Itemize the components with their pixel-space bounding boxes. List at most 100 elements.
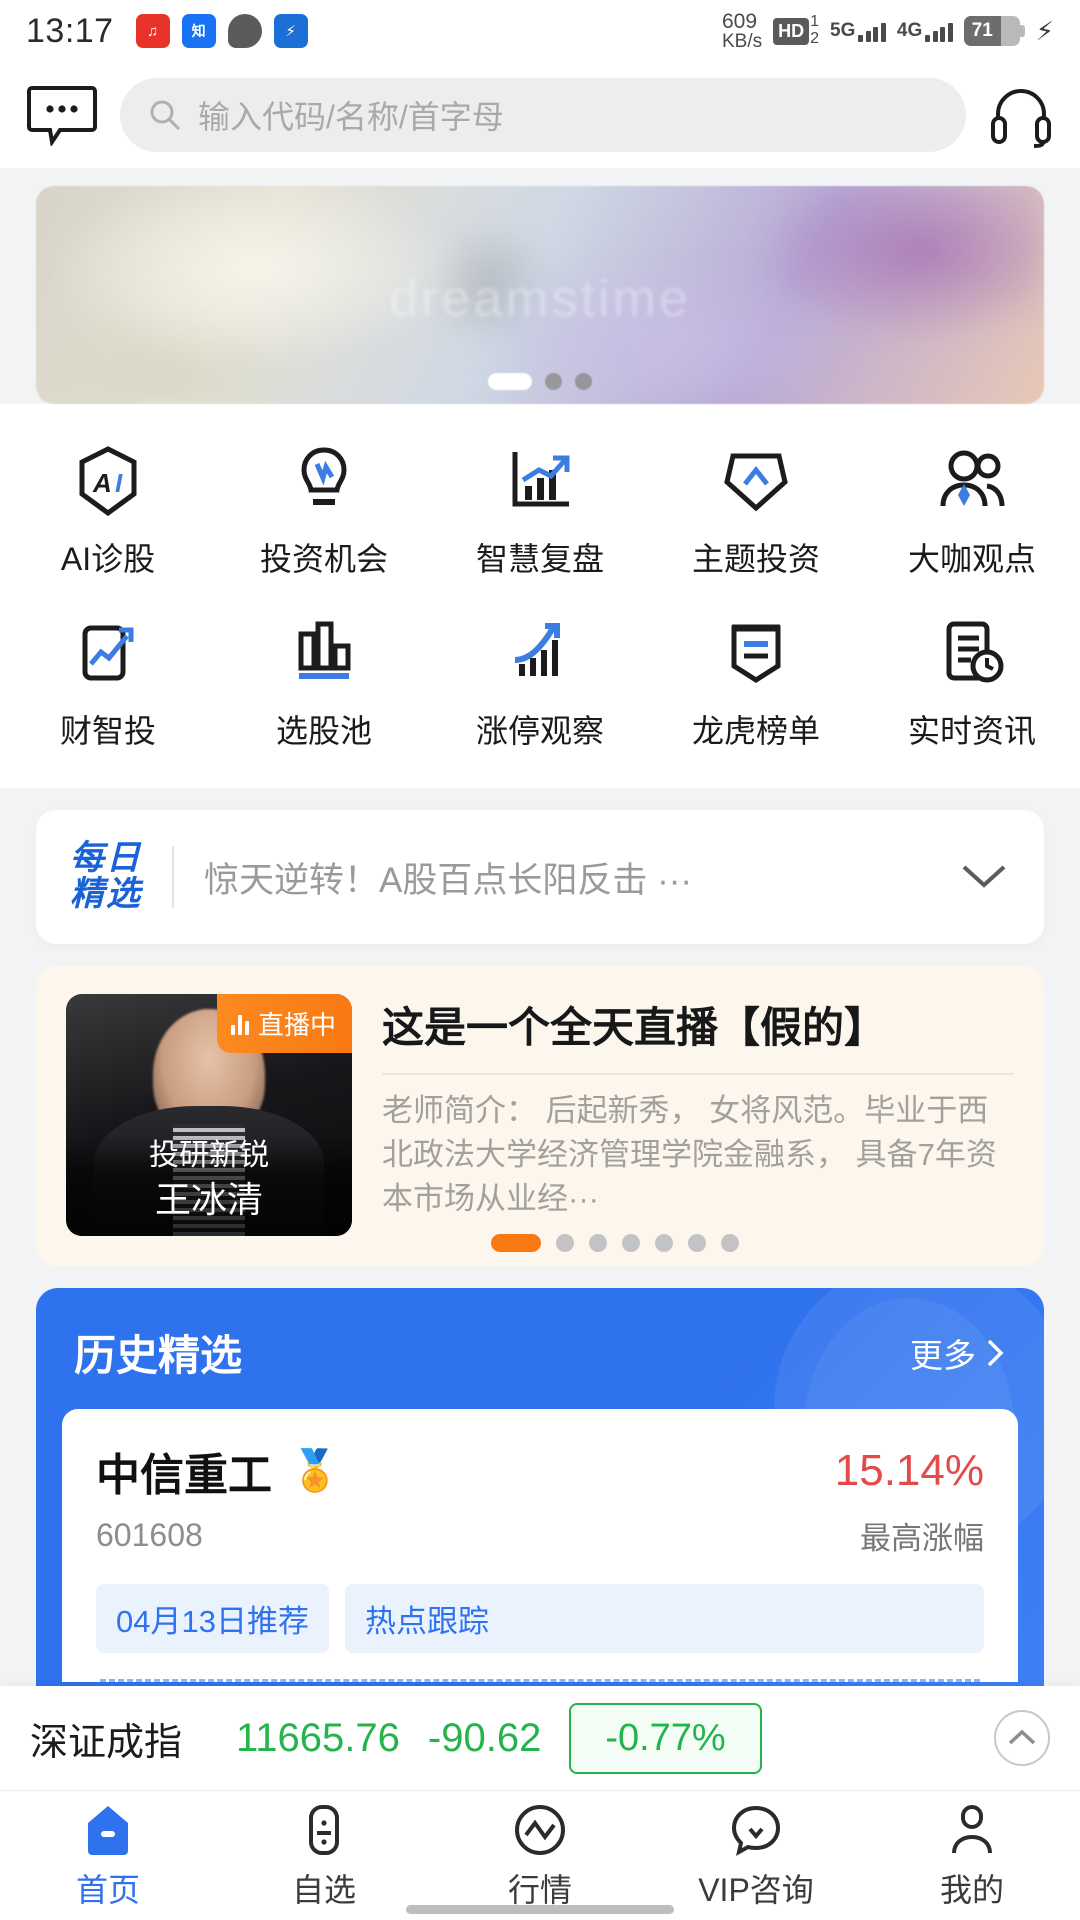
daily-pick-logo: 每日 精选 — [70, 841, 142, 912]
history-stock-card[interactable]: 中信重工 🏅 15.14% 601608 最高涨幅 04月13日推荐 热点跟踪 — [62, 1409, 1018, 1682]
stock-secondary-row: 601608 最高涨幅 — [96, 1513, 984, 1558]
live-info: 这是一个全天直播【假的】 老师简介： 后起新秀， 女将风范。毕业于西北政法大学经… — [382, 994, 1014, 1244]
ribbon-list-icon — [719, 616, 793, 690]
lightbulb-icon — [287, 444, 361, 518]
index-ticker-bar[interactable]: 深证成指 11665.76 -90.62 -0.77% — [0, 1686, 1080, 1790]
banner-dot[interactable] — [575, 373, 592, 390]
live-dot[interactable] — [589, 1234, 607, 1252]
sim2-signal-icon: 4G — [897, 20, 953, 42]
network-speed-unit: KB/s — [721, 31, 763, 52]
banner-image[interactable]: dreamstime — [36, 186, 1044, 404]
quick-actions-grid: AI AI诊股 投资机会 智慧复盘 主题投资 大咖观点 财智投 选股池 涨停观察… — [0, 404, 1080, 788]
live-dot[interactable] — [688, 1234, 706, 1252]
index-price: 11665.76 — [236, 1715, 400, 1760]
people-icon — [935, 444, 1009, 518]
ai-hexagon-icon: AI — [71, 444, 145, 518]
quick-action-limit-up-watch[interactable]: 涨停观察 — [432, 602, 648, 774]
stock-tag-date[interactable]: 04月13日推荐 — [96, 1584, 329, 1653]
quick-action-label: 涨停观察 — [475, 713, 604, 749]
live-thumbnail[interactable]: 直播中 投研新锐 王冰清 — [66, 994, 352, 1236]
quick-action-ai-diagnosis[interactable]: AI AI诊股 — [0, 430, 216, 602]
status-indicators: 609 KB/s HD 1 2 5G 4G 71 ⚡ — [722, 11, 1054, 51]
battery-level: 71 — [971, 20, 993, 41]
tab-label: 我的 — [939, 1872, 1004, 1908]
stock-change-label: 最高涨幅 — [860, 1521, 984, 1556]
live-dot[interactable] — [721, 1234, 739, 1252]
search-input[interactable]: 输入代码/名称/首字母 — [120, 78, 966, 152]
quick-action-expert-views[interactable]: 大咖观点 — [864, 430, 1080, 602]
quick-action-smart-review[interactable]: 智慧复盘 — [432, 430, 648, 602]
stock-name: 中信重工 — [96, 1451, 272, 1500]
message-bubble-icon[interactable] — [26, 84, 98, 146]
index-values: 11665.76 -90.62 -0.77% — [236, 1702, 762, 1774]
tab-label: 自选 — [291, 1872, 356, 1908]
news-clock-icon — [935, 616, 1009, 690]
tab-profile[interactable]: 我的 — [864, 1803, 1080, 1911]
history-more-link[interactable]: 更多 — [910, 1329, 1006, 1377]
live-dot[interactable] — [655, 1234, 673, 1252]
quick-action-label: 财智投 — [59, 713, 156, 749]
quick-action-stock-pool[interactable]: 选股池 — [216, 602, 432, 774]
tab-watchlist[interactable]: 自选 — [216, 1803, 432, 1911]
daily-pick-card[interactable]: 每日 精选 惊天逆转！A股百点长阳反击 ··· — [36, 810, 1044, 944]
sim1-signal-icon: 5G — [830, 20, 886, 42]
app-header: 输入代码/名称/首字母 — [0, 62, 1080, 168]
chart-arrow-icon — [503, 444, 577, 518]
promo-banner-carousel[interactable]: dreamstime — [36, 186, 1044, 404]
live-dot[interactable] — [622, 1234, 640, 1252]
live-title: 这是一个全天直播【假的】 — [382, 1004, 887, 1051]
index-change: -90.62 — [427, 1715, 542, 1760]
quick-actions-row-1: AI AI诊股 投资机会 智慧复盘 主题投资 大咖观点 — [0, 430, 1080, 602]
tab-quotes[interactable]: 行情 — [432, 1803, 648, 1911]
bar-chart-icon — [287, 616, 361, 690]
search-icon — [150, 100, 181, 131]
profile-icon — [946, 1803, 998, 1857]
banner-dot-active[interactable] — [488, 373, 532, 390]
quick-action-label: 选股池 — [275, 713, 372, 749]
index-name: 深证成指 — [30, 1721, 183, 1764]
quick-action-investment-opportunity[interactable]: 投资机会 — [216, 430, 432, 602]
tab-vip-consult[interactable]: VIP咨询 — [648, 1803, 864, 1911]
quick-action-wealth-invest[interactable]: 财智投 — [0, 602, 216, 774]
more-label: 更多 — [910, 1336, 976, 1374]
network-speed-value: 609 — [721, 10, 758, 33]
presenter-name: 王冰清 — [154, 1178, 263, 1220]
quick-action-label: 龙虎榜单 — [691, 713, 820, 749]
live-status-badge: 直播中 — [216, 994, 352, 1053]
live-dot-active[interactable] — [491, 1234, 541, 1252]
live-dot[interactable] — [556, 1234, 574, 1252]
home-icon — [83, 1803, 133, 1857]
netease-music-icon: ♫ — [135, 14, 170, 48]
banner-dot[interactable] — [545, 373, 562, 390]
stock-change-percent: 15.14% — [834, 1446, 984, 1495]
zhihu-icon: 知 — [181, 14, 216, 48]
home-indicator — [406, 1905, 674, 1914]
index-change-percent-box: -0.77% — [569, 1702, 762, 1774]
chevron-down-icon[interactable] — [958, 859, 1010, 896]
tab-label: 首页 — [75, 1872, 140, 1908]
quick-action-thematic-investing[interactable]: 主题投资 — [648, 430, 864, 602]
daily-pick-logo-line1: 每日 — [70, 839, 142, 878]
quick-action-label: 大咖观点 — [907, 541, 1036, 577]
quotes-icon — [513, 1803, 567, 1857]
quick-action-dragon-tiger-list[interactable]: 龙虎榜单 — [648, 602, 864, 774]
status-time: 13:17 — [26, 11, 114, 50]
presenter-role: 投研新锐 — [149, 1138, 269, 1172]
stock-tag-category[interactable]: 热点跟踪 — [344, 1584, 984, 1653]
bottom-tab-bar: 首页 自选 行情 VIP咨询 我的 — [0, 1790, 1080, 1920]
app-icon: ⚡ — [273, 14, 308, 48]
live-description: 老师简介： 后起新秀， 女将风范。毕业于西北政法大学经济管理学院金融系， 具备7… — [382, 1093, 997, 1217]
headset-icon[interactable] — [988, 82, 1054, 148]
quick-action-label: 投资机会 — [259, 541, 388, 577]
chevron-up-circle-icon[interactable] — [994, 1710, 1050, 1766]
charging-bolt-icon: ⚡ — [1035, 16, 1054, 46]
tab-home[interactable]: 首页 — [0, 1803, 216, 1911]
svg-text:I: I — [115, 468, 123, 498]
live-stream-card[interactable]: 直播中 投研新锐 王冰清 这是一个全天直播【假的】 老师简介： 后起新秀， 女将… — [36, 966, 1044, 1266]
live-badge-text: 直播中 — [257, 1010, 336, 1040]
chat-bubble-icon — [227, 14, 262, 48]
quick-action-realtime-news[interactable]: 实时资讯 — [864, 602, 1080, 774]
search-placeholder: 输入代码/名称/首字母 — [198, 99, 504, 135]
home-scroll-area[interactable]: dreamstime AI AI诊股 投资机会 智慧复盘 主题投资 大咖观点 财… — [0, 168, 1080, 1920]
daily-pick-headline: 惊天逆转！A股百点长阳反击 ··· — [204, 860, 693, 900]
